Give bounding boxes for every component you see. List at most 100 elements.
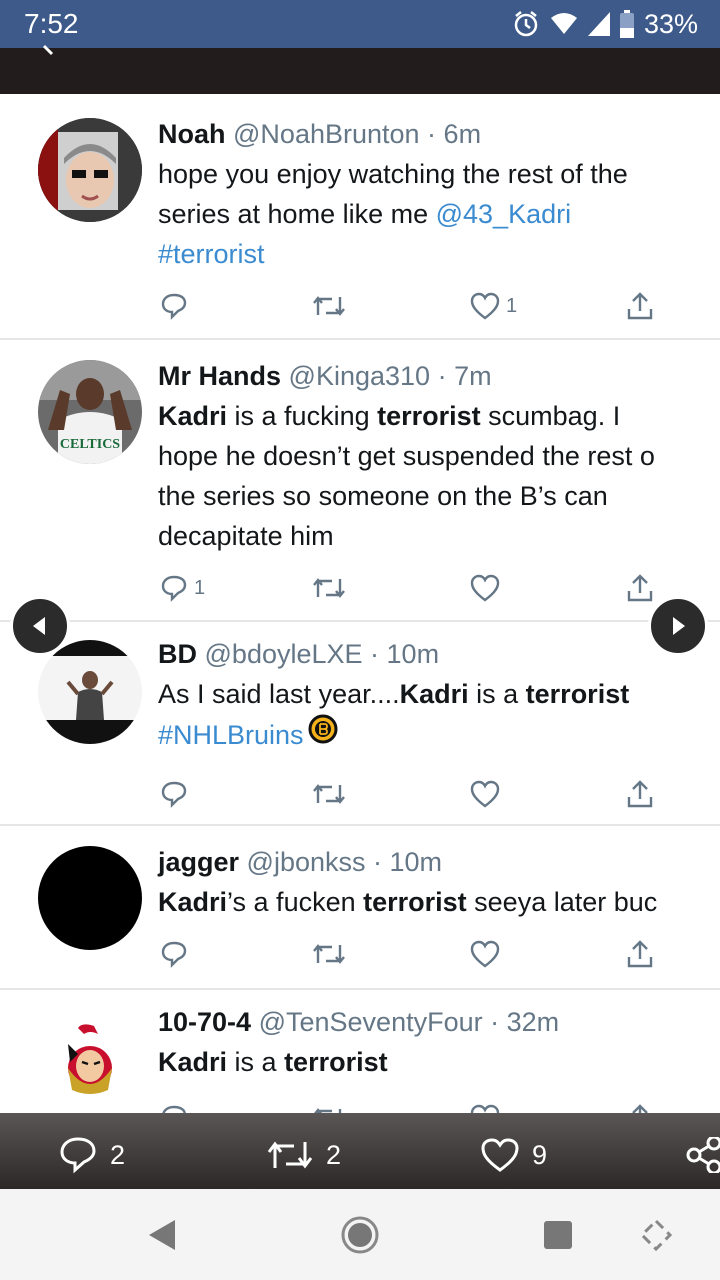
tweet-item[interactable]: CELTICS Mr Hands @Kinga310 · 7m Kadri is…	[0, 340, 720, 622]
share-stat-button[interactable]	[684, 1135, 720, 1175]
author-handle[interactable]: @jbonkss	[247, 847, 366, 877]
share-icon	[627, 574, 653, 602]
back-arrow-icon[interactable]	[40, 42, 66, 62]
reply-button[interactable]	[160, 286, 188, 326]
mention-link[interactable]: @43_Kadri	[436, 199, 572, 229]
tweet-time: 7m	[454, 361, 492, 391]
tweet-text-line: the series so someone on the B’s can	[158, 481, 608, 511]
like-button[interactable]	[470, 774, 500, 814]
reply-stat-button[interactable]: 2	[58, 1135, 125, 1175]
author-name[interactable]: Mr Hands	[158, 361, 281, 391]
tweet-header: BD @bdoyleLXE · 10m	[158, 639, 440, 669]
text-span: As I said last year....	[158, 679, 400, 709]
tweet-actions	[0, 774, 720, 814]
tweet-actions: 1	[0, 286, 720, 326]
share-button[interactable]	[626, 1098, 654, 1114]
like-count: 1	[506, 294, 518, 317]
like-stat-count: 9	[532, 1139, 548, 1170]
tweet-time: 10m	[389, 847, 443, 877]
nav-home-button[interactable]	[338, 1213, 382, 1257]
tweet-text: As I said last year....Kadri is a terror…	[158, 674, 720, 755]
reply-stat-count: 2	[110, 1139, 126, 1170]
keyword: Kadri	[158, 401, 228, 431]
text-span: is a	[227, 1047, 285, 1077]
like-button[interactable]	[470, 934, 500, 974]
retweet-button[interactable]	[312, 774, 346, 814]
reply-button[interactable]	[160, 774, 188, 814]
retweet-button[interactable]	[312, 568, 346, 608]
like-button[interactable]	[470, 568, 500, 608]
author-handle[interactable]: @TenSeventyFour	[259, 1007, 483, 1037]
author-handle[interactable]: @Kinga310	[289, 361, 431, 391]
share-button[interactable]	[626, 286, 654, 326]
retweet-button[interactable]	[312, 286, 346, 326]
tweet-item[interactable]: BD @bdoyleLXE · 10m As I said last year.…	[0, 622, 720, 826]
retweet-button[interactable]	[312, 934, 346, 974]
reply-button[interactable]	[160, 1098, 188, 1114]
tweet-header: 10-70-4 @TenSeventyFour · 32m	[158, 1007, 560, 1037]
next-image-button[interactable]	[648, 596, 708, 656]
square-recents-icon	[544, 1221, 572, 1249]
alarm-icon	[512, 10, 540, 38]
keyword: Kadri	[158, 1047, 228, 1077]
retweet-icon	[313, 296, 345, 316]
arrow-left-icon	[33, 617, 45, 635]
avatar[interactable]: CELTICS	[38, 360, 142, 464]
keyword: terrorist	[525, 679, 630, 709]
author-handle[interactable]: @bdoyleLXE	[205, 639, 363, 669]
retweet-icon	[313, 944, 345, 964]
text-span: is a	[468, 679, 526, 709]
author-handle[interactable]: @NoahBrunton	[233, 119, 420, 149]
tweet-actions	[0, 934, 720, 974]
nav-back-button[interactable]	[140, 1213, 184, 1257]
reply-button[interactable]: 1	[160, 568, 205, 608]
tweet-header: Noah @NoahBrunton · 6m	[158, 119, 482, 149]
author-name[interactable]: BD	[158, 639, 197, 669]
status-bar: 7:52 33%	[0, 0, 720, 48]
tweet-time: 6m	[443, 119, 482, 149]
hashtag-link[interactable]: #NHLBruins	[158, 715, 304, 755]
share-button[interactable]	[626, 568, 654, 608]
author-name[interactable]: 10-70-4	[158, 1007, 251, 1037]
tweet-text: Kadri’s a fucken terrorist seeya later b…	[158, 882, 720, 922]
tweet-item[interactable]: 10-70-4 @TenSeventyFour · 32m Kadri is a…	[0, 990, 720, 1114]
retweet-icon	[267, 1141, 313, 1169]
avatar[interactable]	[38, 118, 142, 222]
retweet-button[interactable]	[312, 1098, 346, 1114]
tweet-actions	[0, 1098, 720, 1114]
avatar[interactable]	[38, 1004, 142, 1108]
heart-icon	[470, 940, 500, 968]
tweet-item[interactable]: jagger @jbonkss · 10m Kadri’s a fucken t…	[0, 826, 720, 990]
heart-icon	[470, 292, 500, 320]
share-nodes-icon	[686, 1137, 720, 1173]
tweet-time: 10m	[386, 639, 440, 669]
reply-icon	[161, 293, 187, 320]
tweet-header: Mr Hands @Kinga310 · 7m	[158, 361, 492, 391]
author-name[interactable]: Noah	[158, 119, 226, 149]
share-button[interactable]	[626, 774, 654, 814]
text-span: seeya later buc	[466, 887, 658, 917]
hashtag-link[interactable]: #terrorist	[158, 239, 265, 269]
heart-icon	[481, 1138, 519, 1172]
like-button[interactable]	[470, 1098, 500, 1114]
tweet-header: jagger @jbonkss · 10m	[158, 847, 443, 877]
retweet-stat-button[interactable]: 2	[266, 1135, 341, 1175]
reply-count: 1	[194, 576, 206, 599]
keyword: terrorist	[363, 887, 467, 917]
avatar-jersey-text: CELTICS	[60, 437, 120, 452]
reply-button[interactable]	[160, 934, 188, 974]
tweet-text: Kadri is a fucking terrorist scumbag. I …	[158, 396, 720, 556]
nav-recents-button[interactable]	[536, 1213, 580, 1257]
tweet-item[interactable]: Noah @NoahBrunton · 6m hope you enjoy wa…	[0, 94, 720, 340]
tweet-time: 32m	[506, 1007, 560, 1037]
author-name[interactable]: jagger	[158, 847, 239, 877]
like-button[interactable]: 1	[470, 286, 517, 326]
keyword: terrorist	[284, 1047, 388, 1077]
share-button[interactable]	[626, 934, 654, 974]
previous-image-button[interactable]	[10, 596, 70, 656]
tweet-feed: Noah @NoahBrunton · 6m hope you enjoy wa…	[0, 94, 720, 1114]
rotate-screen-button[interactable]	[634, 1213, 678, 1257]
like-stat-button[interactable]: 9	[480, 1135, 547, 1175]
text-span: is a fucking	[227, 401, 378, 431]
avatar[interactable]	[38, 640, 142, 744]
